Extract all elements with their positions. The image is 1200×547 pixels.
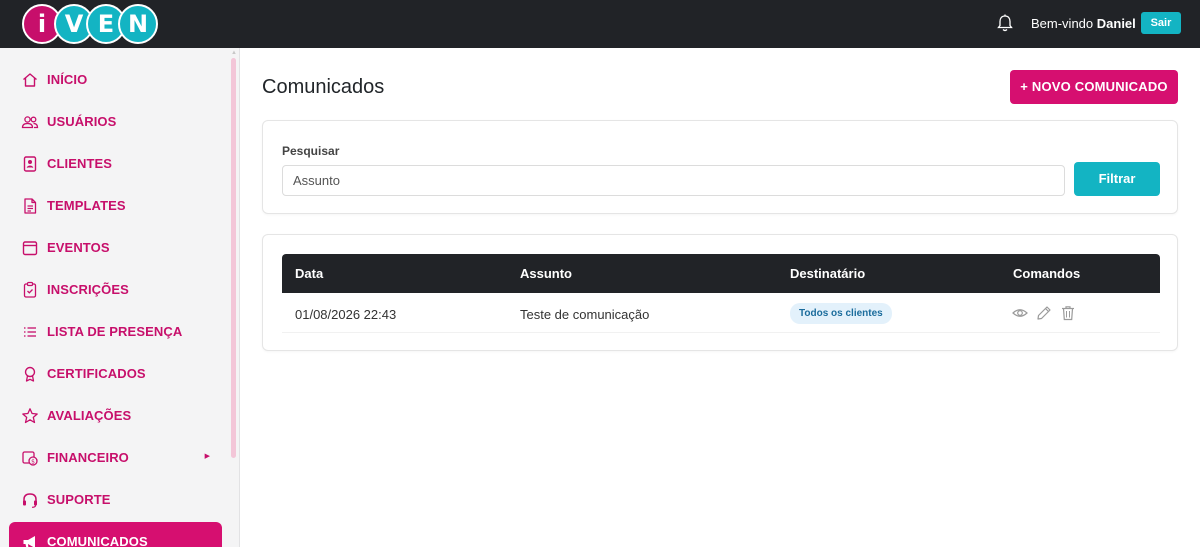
delete-icon[interactable] [1060, 305, 1076, 321]
scroll-up-arrow[interactable]: ▲ [231, 50, 237, 56]
sidebar-item-label: COMUNICADOS [47, 534, 148, 547]
list-icon [21, 323, 39, 341]
new-announcement-button[interactable]: + NOVO COMUNICADO [1010, 70, 1178, 104]
sidebar-item-avaliacoes[interactable]: AVALIAÇÕES [9, 396, 222, 436]
sidebar-item-label: AVALIAÇÕES [47, 408, 132, 423]
document-icon [21, 197, 39, 215]
sidebar-scrollbar[interactable] [231, 58, 236, 458]
table-header: Data Assunto Destinatário Comandos [282, 254, 1160, 293]
award-icon [21, 365, 39, 383]
column-header-date[interactable]: Data [295, 266, 323, 281]
chevron-right-icon: ▶ [204, 453, 210, 460]
contact-card-icon [21, 155, 39, 173]
logout-button[interactable]: Sair [1141, 12, 1181, 34]
sidebar-item-label: EVENTOS [47, 240, 110, 255]
headset-icon [21, 491, 39, 509]
recipient-badge: Todos os clientes [790, 303, 892, 324]
view-icon[interactable] [1012, 305, 1028, 321]
announcements-table-card: Data Assunto Destinatário Comandos 01/08… [262, 234, 1178, 351]
page-title: Comunicados [262, 76, 385, 98]
cell-date: 01/08/2026 22:43 [295, 307, 397, 322]
sidebar-item-templates[interactable]: TEMPLATES [9, 186, 222, 226]
search-card: Pesquisar Filtrar [262, 120, 1178, 214]
sidebar-item-clientes[interactable]: CLIENTES [9, 144, 222, 184]
sidebar-item-label: USUÁRIOS [47, 114, 117, 129]
sidebar-item-eventos[interactable]: EVENTOS [9, 228, 222, 268]
edit-icon[interactable] [1036, 305, 1052, 321]
users-icon [21, 113, 39, 131]
sidebar-item-lista-de-presenca[interactable]: LISTA DE PRESENÇA [9, 312, 222, 352]
iven-logo[interactable]: i V E N [22, 4, 158, 44]
sidebar-item-comunicados[interactable]: COMUNICADOS [9, 522, 222, 547]
sidebar-item-inscricoes[interactable]: INSCRIÇÕES [9, 270, 222, 310]
column-header-recipient[interactable]: Destinatário [790, 266, 865, 281]
sidebar: ▲ INÍCIO USUÁRIOS CLIENTES TEMPLATES EVE… [0, 48, 240, 547]
table-row: 01/08/2026 22:43 Teste de comunicação To… [282, 293, 1160, 333]
sidebar-item-label: INSCRIÇÕES [47, 282, 129, 297]
sidebar-item-label: FINANCEIRO [47, 450, 129, 465]
sidebar-item-suporte[interactable]: SUPORTE [9, 480, 222, 520]
column-header-subject[interactable]: Assunto [520, 266, 572, 281]
clipboard-check-icon [21, 281, 39, 299]
welcome-prefix: Bem-vindo [1031, 16, 1094, 31]
finance-icon: $ [21, 449, 39, 467]
sidebar-item-label: TEMPLATES [47, 198, 126, 213]
sidebar-item-usuarios[interactable]: USUÁRIOS [9, 102, 222, 142]
top-navbar: i V E N Bem-vindo Daniel Sair [0, 0, 1200, 48]
sidebar-item-financeiro[interactable]: $ FINANCEIRO ▶ [9, 438, 222, 478]
cell-subject: Teste de comunicação [520, 307, 650, 322]
sidebar-item-certificados[interactable]: CERTIFICADOS [9, 354, 222, 394]
star-icon [21, 407, 39, 425]
sidebar-item-inicio[interactable]: INÍCIO [9, 60, 222, 100]
bell-icon[interactable] [995, 13, 1015, 33]
search-label: Pesquisar [282, 144, 340, 158]
filter-button[interactable]: Filtrar [1074, 162, 1160, 196]
logo-letter: N [127, 10, 149, 38]
svg-text:$: $ [31, 458, 35, 465]
calendar-icon [21, 239, 39, 257]
sidebar-item-label: SUPORTE [47, 492, 111, 507]
column-header-commands: Comandos [1013, 266, 1081, 281]
megaphone-icon [21, 533, 39, 547]
sidebar-item-label: LISTA DE PRESENÇA [47, 324, 183, 339]
home-icon [21, 71, 39, 89]
sidebar-item-label: CERTIFICADOS [47, 366, 146, 381]
sidebar-item-label: INÍCIO [47, 72, 88, 87]
search-input[interactable] [282, 165, 1065, 196]
welcome-text: Bem-vindo Daniel [1031, 16, 1136, 31]
sidebar-item-label: CLIENTES [47, 156, 113, 171]
user-name: Daniel [1096, 16, 1136, 31]
